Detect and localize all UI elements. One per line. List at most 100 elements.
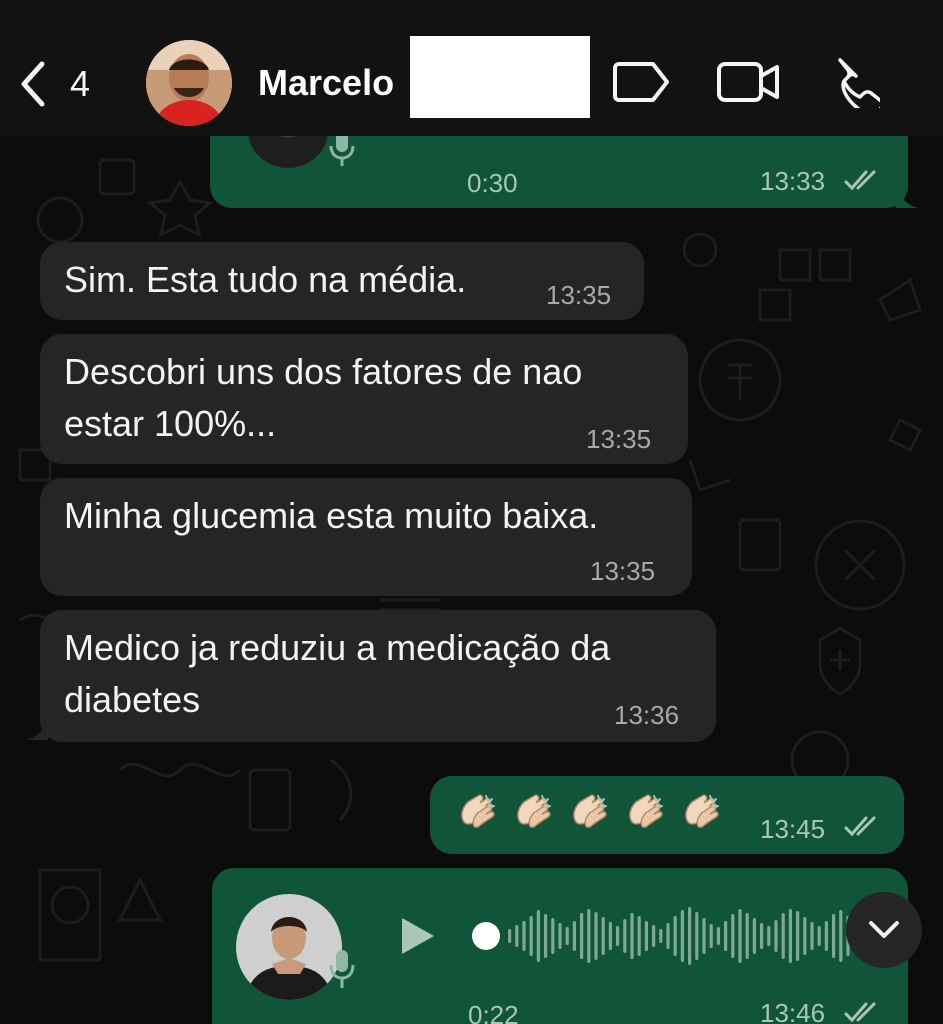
waveform-bar [587, 909, 591, 963]
playback-position[interactable] [472, 922, 500, 950]
microphone-icon [329, 132, 355, 166]
waveform-bar [702, 918, 706, 954]
message-text: Medico ja reduziu a medicação da [64, 627, 611, 668]
voice-waveform[interactable] [470, 902, 850, 970]
waveform-bar [601, 917, 605, 955]
waveform-bar [644, 921, 648, 951]
message-time: 13:35 [586, 424, 652, 454]
incoming-message[interactable]: Descobri uns dos fatores de nao estar 10… [40, 334, 688, 464]
waveform-bar [781, 913, 785, 959]
waveform-bar [565, 927, 569, 945]
message-time: 13:33 [760, 166, 826, 196]
incoming-message[interactable]: Medico ja reduziu a medicação da diabete… [40, 610, 716, 742]
waveform-bar [616, 926, 620, 946]
waveform-bar [810, 922, 814, 950]
waveform-bar [716, 927, 720, 945]
contact-name[interactable]: Marcelo [258, 62, 394, 104]
clapping-hands-emoji [685, 794, 719, 828]
outgoing-emoji-message[interactable]: 13:45 [430, 776, 904, 854]
waveform-bar [767, 926, 771, 946]
waveform-bar [666, 923, 670, 949]
incoming-message[interactable]: Sim. Esta tudo na média. 13:35 [40, 242, 644, 320]
message-time: 13:36 [614, 700, 680, 730]
waveform-bar [673, 916, 677, 956]
avatar-photo [146, 40, 232, 126]
contact-avatar[interactable] [146, 40, 232, 126]
waveform-bar [515, 925, 519, 947]
message-time: 13:46 [760, 998, 826, 1024]
emoji-row [456, 792, 722, 834]
waveform-bar [536, 910, 540, 962]
waveform-bar [652, 925, 656, 947]
waveform-bar [796, 911, 800, 961]
read-receipt-icon [844, 1002, 876, 1023]
waveform-bar [803, 917, 807, 955]
waveform-bar [529, 916, 533, 956]
waveform-bar [572, 921, 576, 951]
message-text: Minha glucemia esta muito baixa. [64, 495, 599, 536]
waveform-bar [630, 913, 634, 959]
waveform-bar [551, 918, 555, 954]
play-button[interactable] [398, 914, 438, 958]
message-text: diabetes [64, 679, 201, 720]
clapping-hands-emoji [461, 794, 495, 828]
back-chevron-icon [21, 61, 45, 107]
waveform-bar [731, 914, 735, 958]
voice-duration: 0:30 [467, 168, 518, 198]
waveform-bar [709, 924, 713, 948]
clapping-hands-emoji [573, 794, 607, 828]
read-receipt-icon [844, 816, 876, 837]
scroll-to-bottom-button[interactable] [846, 892, 922, 968]
clapping-hands-emoji [629, 794, 663, 828]
waveform-bar [637, 916, 641, 956]
clapping-hands-emoji [517, 794, 551, 828]
chat-screen: 4 Marcelo 0:30 13:33 Sim. Esta tudo na m… [0, 0, 943, 1024]
waveform-bar [774, 920, 778, 952]
waveform-bar [745, 913, 749, 959]
message-text: Sim. Esta tudo na média. [64, 259, 467, 300]
message-text: Descobri uns dos fatores de nao [64, 351, 583, 392]
redacted-area [410, 36, 590, 118]
bubble-tail [896, 186, 918, 208]
waveform-bar [508, 929, 512, 943]
read-receipt-icon [844, 170, 876, 191]
label-button[interactable] [610, 52, 672, 112]
chevron-down-icon [869, 921, 899, 938]
waveform-bar [788, 909, 792, 963]
waveform-bar [580, 913, 584, 959]
waveform-bar [608, 922, 612, 950]
voice-duration: 0:22 [468, 1000, 519, 1024]
waveform-bar [832, 914, 836, 958]
waveform-bar [659, 929, 663, 943]
waveform-bar [623, 919, 627, 953]
waveform-bar [817, 926, 821, 946]
waveform-bar [522, 921, 526, 951]
waveform-bar [752, 918, 756, 954]
waveform-bar [558, 923, 562, 949]
message-time: 13:35 [590, 556, 656, 586]
waveform-bar [839, 910, 843, 962]
chat-header: 4 Marcelo [0, 0, 943, 136]
voice-call-button[interactable] [826, 52, 882, 112]
waveform-bar [544, 914, 548, 958]
video-call-icon [717, 62, 779, 102]
message-text: estar 100%... [64, 403, 277, 444]
microphone-icon [329, 950, 355, 988]
waveform-bar [824, 921, 828, 951]
waveform-bar [680, 910, 684, 962]
waveform-bar [760, 923, 764, 949]
message-time: 13:35 [546, 280, 612, 310]
bubble-tail [26, 718, 48, 740]
waveform-bar [724, 921, 728, 951]
label-icon [613, 62, 669, 102]
voice-message-bottom[interactable]: 0:22 13:46 [212, 868, 908, 1024]
waveform-bar [695, 912, 699, 960]
waveform-bar [688, 907, 692, 965]
incoming-message[interactable]: Minha glucemia esta muito baixa. 13:35 [40, 478, 692, 596]
unread-count: 4 [70, 63, 91, 104]
message-time: 13:45 [760, 814, 826, 844]
waveform-bar [594, 912, 598, 960]
video-call-button[interactable] [716, 52, 782, 112]
voice-call-icon [838, 58, 880, 108]
back-button[interactable]: 4 [18, 56, 108, 112]
